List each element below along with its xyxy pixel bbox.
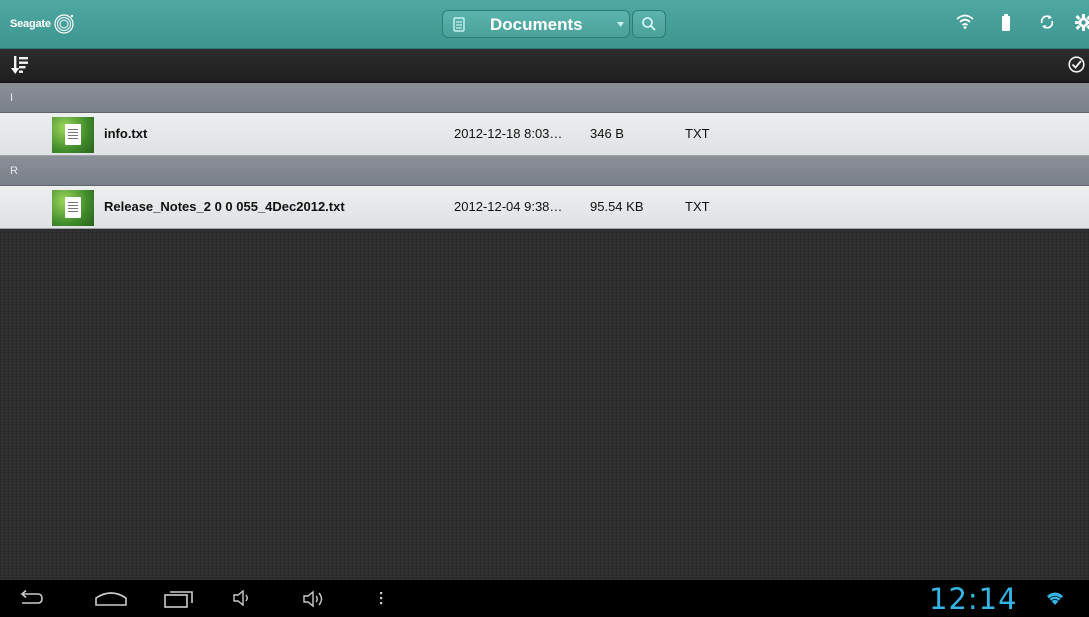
volume-down-icon[interactable] bbox=[232, 590, 254, 606]
search-icon bbox=[642, 17, 656, 31]
seagate-logo: Seagate bbox=[10, 13, 75, 35]
app-header: Seagate Documents bbox=[0, 0, 1089, 49]
system-clock: 12:14 bbox=[929, 582, 1018, 616]
text-file-thumbnail-icon bbox=[52, 190, 94, 226]
search-button[interactable] bbox=[632, 10, 666, 38]
wifi-signal-icon bbox=[1047, 592, 1063, 605]
file-size: 95.54 KB bbox=[590, 199, 644, 214]
file-list: I info.txt 2012-12-18 8:03… 346 B TXT R … bbox=[0, 83, 1089, 580]
file-name: info.txt bbox=[104, 126, 148, 141]
back-icon[interactable] bbox=[18, 590, 44, 606]
list-item[interactable]: info.txt 2012-12-18 8:03… 346 B TXT bbox=[0, 113, 1089, 156]
file-size: 346 B bbox=[590, 126, 624, 141]
folder-title: Documents bbox=[490, 15, 583, 34]
section-letter: R bbox=[10, 165, 18, 177]
file-type: TXT bbox=[685, 126, 710, 141]
seagate-swirl-icon bbox=[54, 14, 74, 34]
text-file-thumbnail-icon bbox=[52, 117, 94, 153]
volume-up-icon[interactable] bbox=[302, 590, 328, 608]
list-item[interactable]: Release_Notes_2 0 0 055_4Dec2012.txt 201… bbox=[0, 186, 1089, 229]
brand-name: Seagate bbox=[10, 18, 51, 30]
file-date: 2012-12-18 8:03… bbox=[454, 126, 563, 141]
sort-icon[interactable] bbox=[11, 55, 29, 75]
check-circle-icon[interactable] bbox=[1068, 56, 1085, 73]
chevron-down-icon bbox=[617, 22, 624, 27]
file-type: TXT bbox=[685, 199, 710, 214]
file-date: 2012-12-04 9:38… bbox=[454, 199, 563, 214]
home-icon[interactable] bbox=[94, 590, 128, 606]
file-toolbar bbox=[0, 49, 1089, 83]
settings-icon[interactable] bbox=[1075, 14, 1089, 31]
system-navigation-bar: 12:14 bbox=[0, 580, 1089, 617]
menu-icon[interactable] bbox=[378, 590, 384, 606]
file-name: Release_Notes_2 0 0 055_4Dec2012.txt bbox=[104, 199, 345, 214]
section-letter: I bbox=[10, 92, 14, 104]
battery-icon bbox=[1002, 14, 1010, 31]
folder-dropdown[interactable]: Documents bbox=[442, 10, 630, 38]
document-icon bbox=[453, 17, 465, 32]
wifi-icon[interactable] bbox=[956, 14, 974, 30]
section-header-i: I bbox=[0, 83, 1089, 113]
recent-apps-icon[interactable] bbox=[164, 590, 194, 608]
sync-icon[interactable] bbox=[1039, 14, 1055, 30]
section-header-r: R bbox=[0, 156, 1089, 186]
